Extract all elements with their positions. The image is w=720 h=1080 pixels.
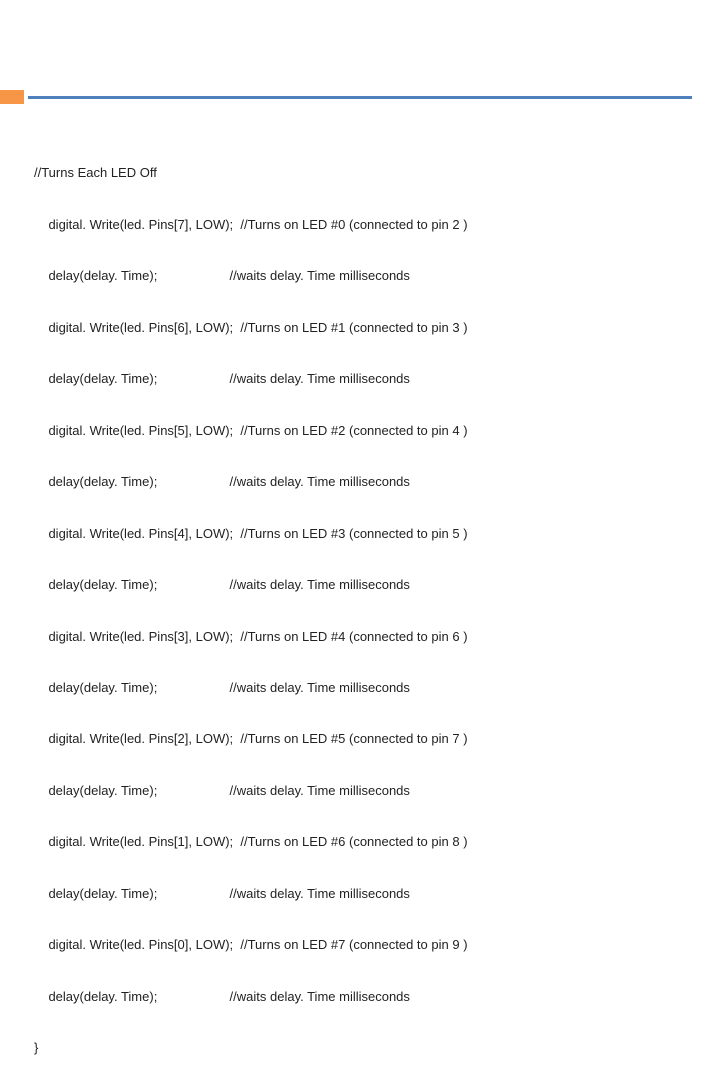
code-line: digital. Write(led. Pins[7], LOW); //Tur… xyxy=(34,216,686,233)
code-line: digital. Write(led. Pins[1], LOW); //Tur… xyxy=(34,833,686,850)
code-line: digital. Write(led. Pins[3], LOW); //Tur… xyxy=(34,628,686,645)
code-line: delay(delay. Time); //waits delay. Time … xyxy=(34,576,686,593)
slide: //Turns Each LED Off digital. Write(led.… xyxy=(0,0,720,540)
code-block: //Turns Each LED Off digital. Write(led.… xyxy=(34,130,686,1080)
code-line: delay(delay. Time); //waits delay. Time … xyxy=(34,782,686,799)
code-comment-header: //Turns Each LED Off xyxy=(34,164,686,181)
code-line: delay(delay. Time); //waits delay. Time … xyxy=(34,267,686,284)
code-line: delay(delay. Time); //waits delay. Time … xyxy=(34,988,686,1005)
code-line: digital. Write(led. Pins[6], LOW); //Tur… xyxy=(34,319,686,336)
code-line: delay(delay. Time); //waits delay. Time … xyxy=(34,370,686,387)
header-rule xyxy=(28,96,692,99)
code-line: delay(delay. Time); //waits delay. Time … xyxy=(34,679,686,696)
code-line: digital. Write(led. Pins[0], LOW); //Tur… xyxy=(34,936,686,953)
code-line: delay(delay. Time); //waits delay. Time … xyxy=(34,885,686,902)
code-line: digital. Write(led. Pins[5], LOW); //Tur… xyxy=(34,422,686,439)
code-line: digital. Write(led. Pins[2], LOW); //Tur… xyxy=(34,730,686,747)
code-line: digital. Write(led. Pins[4], LOW); //Tur… xyxy=(34,525,686,542)
accent-square xyxy=(0,90,26,104)
code-closing-brace: } xyxy=(34,1039,686,1056)
code-line: delay(delay. Time); //waits delay. Time … xyxy=(34,473,686,490)
